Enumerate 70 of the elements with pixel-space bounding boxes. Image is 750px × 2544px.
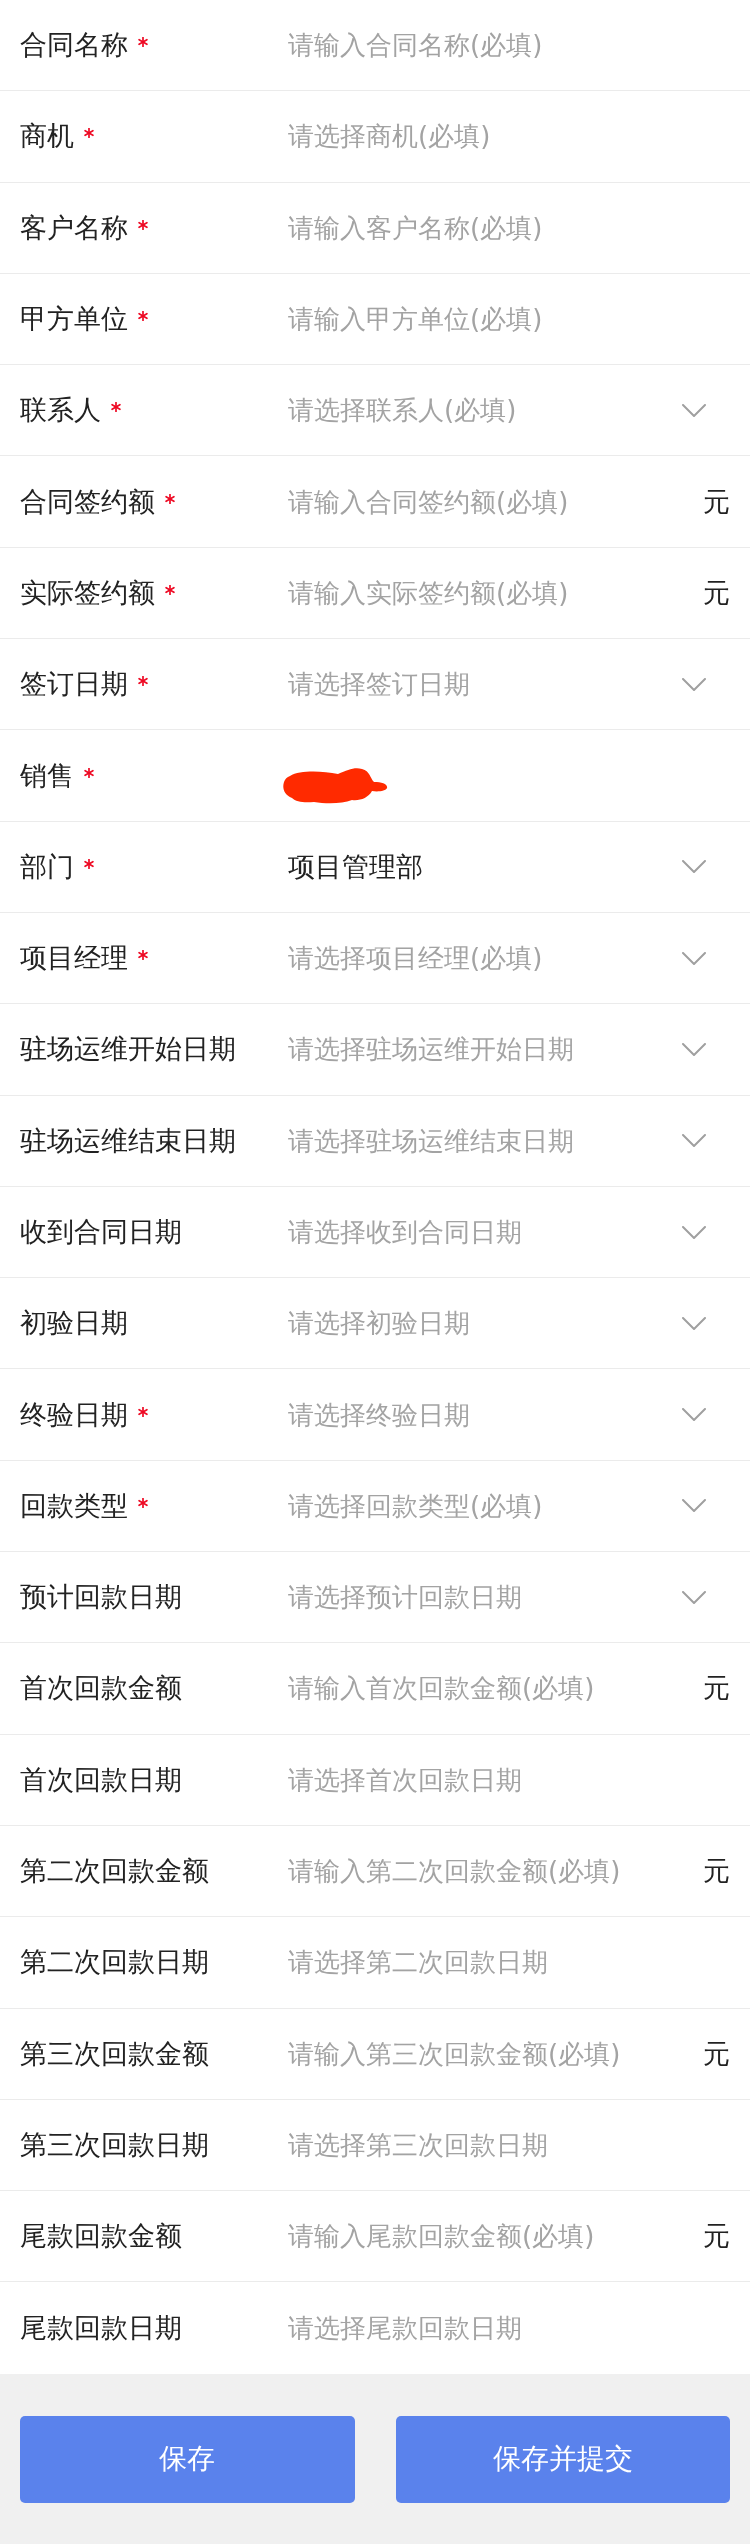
field-label: 终验日期 [20, 1397, 128, 1432]
field-label: 合同签约额 [20, 484, 155, 519]
input-field[interactable]: 请选择第二次回款日期 [288, 1942, 730, 1983]
field-label: 驻场运维结束日期 [20, 1123, 236, 1158]
chevron-down-icon [682, 403, 706, 417]
select-field[interactable]: 请选择预计回款日期 [288, 1577, 674, 1618]
unit-label: 元 [703, 575, 730, 610]
field-label: 收到合同日期 [20, 1215, 182, 1249]
field-label: 商机 [20, 119, 74, 154]
select-field[interactable]: 请选择收到合同日期 [288, 1212, 674, 1252]
chevron-down-icon [682, 1225, 706, 1239]
select-field[interactable]: 请选择回款类型(必填) [288, 1485, 674, 1526]
input-field[interactable]: 请选择首次回款日期 [288, 1759, 730, 1800]
input-field[interactable]: 请选择第三次回款日期 [288, 2124, 730, 2165]
field-label: 第三次回款日期 [20, 2127, 209, 2162]
field-label: 初验日期 [20, 1306, 128, 1341]
field-label: 尾款回款日期 [20, 2311, 182, 2346]
chevron-down-icon [682, 1316, 706, 1330]
select-field[interactable]: 请选择联系人(必填) [288, 390, 674, 431]
select-field[interactable]: 请选择驻场运维结束日期 [288, 1120, 674, 1161]
input-field[interactable]: 请输入甲方单位(必填) [288, 299, 730, 340]
unit-label: 元 [703, 484, 730, 519]
field-label: 驻场运维开始日期 [20, 1032, 236, 1067]
amount-field[interactable]: 请输入合同签约额(必填) [288, 481, 695, 522]
amount-field[interactable]: 请输入实际签约额(必填) [288, 572, 695, 613]
amount-field[interactable]: 请输入第二次回款金额(必填) [288, 1851, 695, 1892]
chevron-down-icon [682, 1134, 706, 1148]
field-label: 部门 [20, 849, 74, 884]
field-label: 第二次回款金额 [20, 1854, 209, 1889]
input-field[interactable]: 请输入合同名称(必填) [288, 25, 730, 66]
field-label: 尾款回款金额 [20, 2219, 182, 2254]
amount-field[interactable]: 请输入首次回款金额(必填) [288, 1668, 695, 1709]
select-field[interactable]: 请选择驻场运维开始日期 [288, 1029, 674, 1070]
unit-label: 元 [703, 1854, 730, 1889]
action-button[interactable]: 保存 [20, 2415, 355, 2503]
unit-label: 元 [703, 1671, 730, 1706]
chevron-down-icon [682, 1408, 706, 1422]
field-label: 预计回款日期 [20, 1580, 182, 1615]
field-label: 回款类型 [20, 1488, 128, 1523]
field-label: 联系人 [20, 393, 101, 428]
chevron-down-icon [682, 1042, 706, 1056]
field-label: 首次回款日期 [20, 1762, 182, 1797]
chevron-down-icon [682, 1590, 706, 1604]
action-button[interactable]: 保存并提交 [395, 2415, 730, 2503]
field-label: 第二次回款日期 [20, 1945, 209, 1980]
field-label: 实际签约额 [20, 575, 155, 610]
select-field[interactable]: 项目管理部 [288, 846, 674, 887]
input-field[interactable]: 请输入客户名称(必填) [288, 207, 730, 248]
select-field[interactable]: 请选择初验日期 [288, 1303, 674, 1344]
unit-label: 元 [703, 2219, 730, 2254]
select-field[interactable]: 请选择项目经理(必填) [288, 938, 674, 979]
field-label: 客户名称 [20, 210, 128, 245]
field-label: 项目经理 [20, 941, 128, 976]
amount-field[interactable]: 请输入尾款回款金额(必填) [288, 2216, 695, 2257]
field-label: 签订日期 [20, 667, 128, 702]
chevron-down-icon [682, 1499, 706, 1513]
field-label: 第三次回款金额 [20, 2036, 209, 2071]
field-label: 甲方单位 [20, 302, 128, 337]
unit-label: 元 [703, 2036, 730, 2071]
field-label: 销售 [20, 758, 74, 793]
field-label: 合同名称 [20, 28, 128, 63]
input-field[interactable]: 请选择尾款回款日期 [288, 2308, 730, 2349]
input-field[interactable]: 请选择商机(必填) [288, 116, 730, 157]
chevron-down-icon [682, 951, 706, 965]
chevron-down-icon [682, 860, 706, 874]
select-field[interactable]: 请选择终验日期 [288, 1394, 674, 1435]
chevron-down-icon [682, 677, 706, 691]
field-label: 首次回款金额 [20, 1671, 182, 1706]
amount-field[interactable]: 请输入第三次回款金额(必填) [288, 2033, 695, 2074]
select-field[interactable]: 请选择签订日期 [288, 664, 674, 705]
